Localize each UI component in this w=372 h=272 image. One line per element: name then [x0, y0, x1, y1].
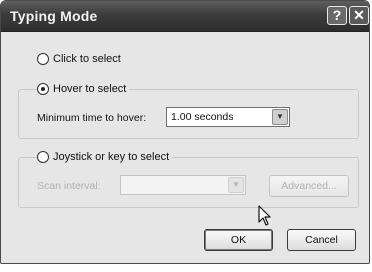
hover-to-select-label: Hover to select [53, 83, 127, 95]
hover-to-select-option[interactable]: Hover to select [37, 83, 130, 95]
click-to-select-radio[interactable] [37, 53, 49, 65]
min-time-dropdown[interactable]: 1.00 seconds ▼ [166, 107, 290, 127]
hover-to-select-radio[interactable] [37, 83, 49, 95]
min-time-label: Minimum time to hover: [37, 112, 147, 124]
click-to-select-label: Click to select [53, 53, 121, 65]
close-button[interactable]: ✕ [349, 6, 369, 25]
mouse-pointer-icon [258, 205, 271, 226]
ok-button[interactable]: OK [204, 229, 273, 251]
window-title: Typing Mode [10, 8, 98, 24]
chevron-down-icon[interactable]: ▼ [228, 177, 244, 193]
joystick-label: Joystick or key to select [53, 151, 170, 163]
help-button[interactable]: ? [327, 6, 347, 25]
chevron-down-icon[interactable]: ▼ [272, 109, 288, 125]
title-bar[interactable]: Typing Mode ? ✕ [1, 1, 369, 32]
joystick-option[interactable]: Joystick or key to select [37, 151, 173, 163]
advanced-button[interactable]: Advanced... [269, 175, 349, 197]
cancel-button[interactable]: Cancel [287, 229, 356, 251]
min-time-value: 1.00 seconds [171, 111, 234, 123]
typing-mode-dialog: Typing Mode ? ✕ Click to select Hover to… [0, 0, 370, 264]
click-to-select-option[interactable]: Click to select [37, 53, 121, 65]
scan-interval-dropdown[interactable]: ▼ [120, 175, 246, 195]
scan-interval-label: Scan interval: [37, 180, 101, 192]
joystick-radio[interactable] [37, 151, 49, 163]
